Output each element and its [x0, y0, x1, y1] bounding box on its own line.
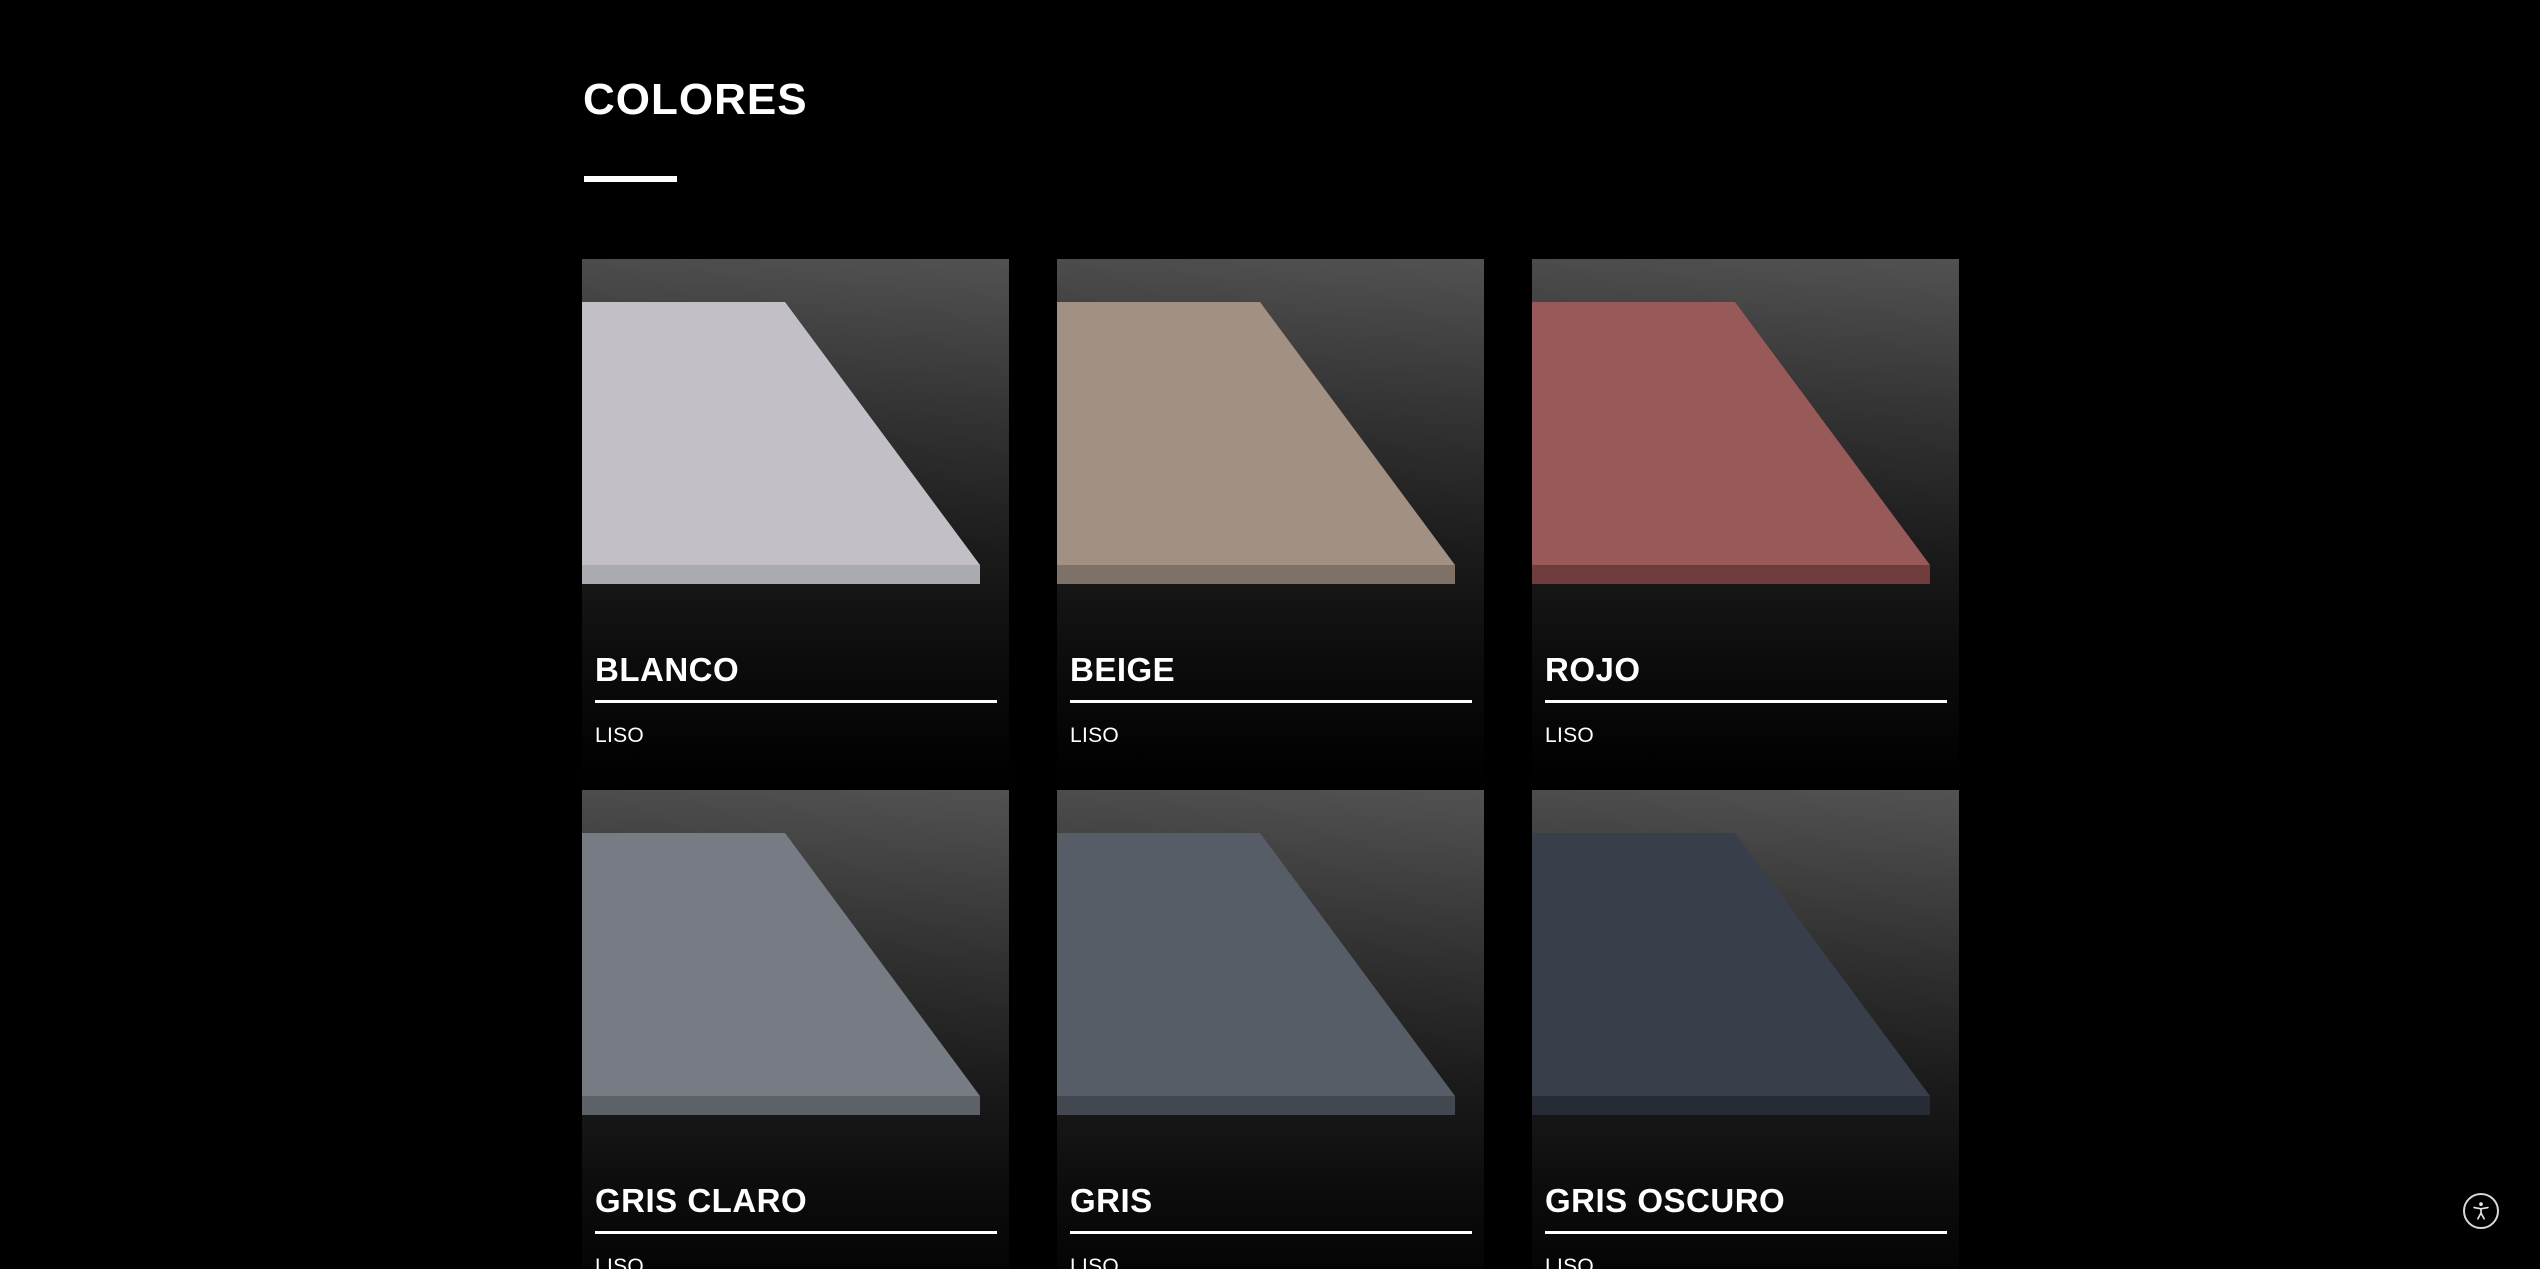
color-card-gris-oscuro[interactable]: GRIS OSCURO LISO [1532, 790, 1959, 1269]
color-swatch [1057, 259, 1484, 599]
title-underline [584, 176, 677, 182]
color-grid: BLANCO LISO BEIGE LISO ROJO LISO GRIS CL… [582, 259, 1960, 1269]
accessibility-icon [2473, 1202, 2489, 1220]
color-card-rojo[interactable]: ROJO LISO [1532, 259, 1959, 783]
swatch-top [1057, 833, 1455, 1096]
swatch-edge [1532, 565, 1930, 584]
color-swatch [1057, 790, 1484, 1130]
swatch-edge [1532, 1096, 1930, 1115]
color-card-blanco[interactable]: BLANCO LISO [582, 259, 1009, 783]
swatch-edge [1057, 565, 1455, 584]
color-swatch [1532, 259, 1959, 599]
color-card-beige[interactable]: BEIGE LISO [1057, 259, 1484, 783]
accessibility-button[interactable] [2463, 1193, 2499, 1229]
color-name: BEIGE [1070, 651, 1176, 688]
color-name: BLANCO [595, 651, 740, 688]
card-divider [1070, 700, 1472, 703]
card-divider [595, 700, 997, 703]
color-name: GRIS OSCURO [1545, 1182, 1786, 1219]
color-finish: LISO [1545, 724, 1595, 747]
color-finish: LISO [1545, 1255, 1595, 1269]
swatch-top [1532, 833, 1930, 1096]
color-finish: LISO [595, 724, 645, 747]
swatch-top [582, 833, 980, 1096]
swatch-top [1057, 302, 1455, 565]
swatch-top [582, 302, 980, 565]
color-finish: LISO [595, 1255, 645, 1269]
color-name: GRIS [1070, 1182, 1153, 1219]
card-divider [1070, 1231, 1472, 1234]
color-finish: LISO [1070, 724, 1120, 747]
card-divider [595, 1231, 997, 1234]
swatch-edge [1057, 1096, 1455, 1115]
section-title: COLORES [583, 75, 808, 124]
swatch-edge [582, 565, 980, 584]
swatch-top [1532, 302, 1930, 565]
color-card-gris-claro[interactable]: GRIS CLARO LISO [582, 790, 1009, 1269]
page: COLORES BLANCO LISO BEIGE LISO ROJO LISO… [0, 0, 2540, 1269]
color-name: GRIS CLARO [595, 1182, 808, 1219]
color-swatch [582, 259, 1009, 599]
color-swatch [1532, 790, 1959, 1130]
color-swatch [582, 790, 1009, 1130]
card-divider [1545, 700, 1947, 703]
color-card-gris[interactable]: GRIS LISO [1057, 790, 1484, 1269]
color-name: ROJO [1545, 651, 1641, 688]
color-finish: LISO [1070, 1255, 1120, 1269]
swatch-edge [582, 1096, 980, 1115]
card-divider [1545, 1231, 1947, 1234]
